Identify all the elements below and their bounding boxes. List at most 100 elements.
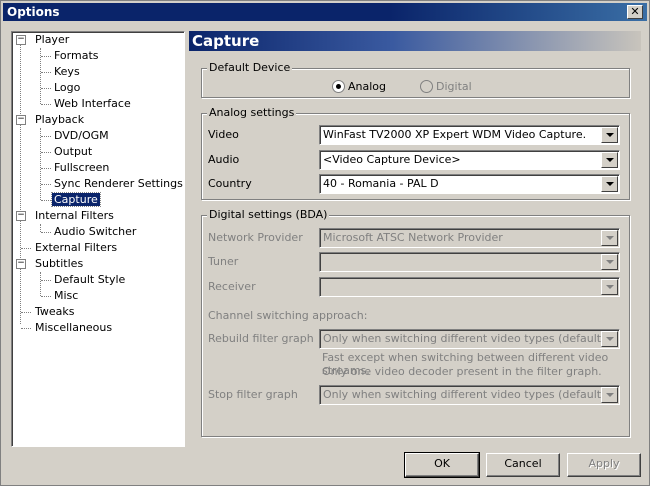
tree-connector	[21, 328, 31, 329]
audio-device-value: <Video Capture Device>	[323, 153, 461, 166]
analog-radio[interactable]	[332, 80, 345, 93]
tree-connector	[41, 200, 51, 201]
tree-item-label: Default Style	[54, 273, 126, 286]
tree-item-web-interface[interactable]: Web Interface	[52, 96, 133, 112]
tuner-select[interactable]	[319, 252, 620, 272]
tree-item-logo[interactable]: Logo	[52, 80, 82, 96]
stop-filter-graph-label: Stop filter graph	[208, 388, 298, 401]
video-device-value: WinFast TV2000 XP Expert WDM Video Captu…	[323, 128, 587, 141]
options-tree[interactable]: − Player Formats Keys Logo Web Interface…	[11, 31, 185, 447]
collapse-icon[interactable]: −	[16, 259, 26, 269]
chevron-down-icon[interactable]	[601, 387, 618, 403]
tree-connector	[41, 152, 51, 153]
apply-button[interactable]: Apply	[567, 453, 641, 477]
tree-connector	[21, 312, 31, 313]
tree-item-default-style[interactable]: Default Style	[52, 272, 127, 288]
digital-radio-label[interactable]: Digital	[436, 80, 472, 93]
analog-radio-label[interactable]: Analog	[348, 80, 386, 93]
tree-connector	[40, 224, 41, 232]
tree-item-label: Formats	[54, 49, 99, 62]
tree-item-label: Miscellaneous	[35, 321, 113, 334]
tree-item-sync-renderer[interactable]: Sync Renderer Settings	[52, 176, 185, 192]
tree-item-label: Tweaks	[35, 305, 75, 318]
collapse-icon[interactable]: −	[16, 35, 26, 45]
tree-item-label: Misc	[54, 289, 79, 302]
chevron-down-icon[interactable]	[601, 176, 618, 192]
tree-connector	[40, 128, 41, 200]
tree-item-fullscreen[interactable]: Fullscreen	[52, 160, 111, 176]
chevron-down-icon[interactable]	[601, 279, 618, 295]
page-title: Capture	[192, 32, 260, 50]
tree-item-label: Web Interface	[54, 97, 131, 110]
video-device-select[interactable]: WinFast TV2000 XP Expert WDM Video Captu…	[319, 125, 620, 145]
tree-connector	[40, 272, 41, 296]
close-button[interactable]: ✕	[627, 5, 643, 19]
digital-radio[interactable]	[420, 80, 433, 93]
collapse-icon[interactable]: −	[16, 115, 26, 125]
tree-item-capture[interactable]: Capture	[51, 192, 101, 208]
audio-device-select[interactable]: <Video Capture Device>	[319, 150, 620, 170]
country-select[interactable]: 40 - Romania - PAL D	[319, 174, 620, 194]
tree-item-label: DVD/OGM	[54, 129, 109, 142]
tree-item-label: External Filters	[35, 241, 118, 254]
tree-item-dvd-ogm[interactable]: DVD/OGM	[52, 128, 111, 144]
default-device-title: Default Device	[207, 61, 293, 74]
tree-item-tweaks[interactable]: Tweaks	[33, 304, 77, 320]
tree-item-output[interactable]: Output	[52, 144, 94, 160]
tree-item-keys[interactable]: Keys	[52, 64, 82, 80]
tree-connector	[41, 296, 51, 297]
tree-item-label: Subtitles	[35, 257, 84, 270]
tree-item-audio-switcher[interactable]: Audio Switcher	[52, 224, 138, 240]
network-provider-value: Microsoft ATSC Network Provider	[323, 231, 503, 244]
network-provider-select[interactable]: Microsoft ATSC Network Provider	[319, 228, 620, 248]
tree-item-label: Output	[54, 145, 93, 158]
title-bar[interactable]: Options ✕	[3, 3, 647, 21]
tree-item-label: Playback	[35, 113, 85, 126]
tree-item-label: Logo	[54, 81, 81, 94]
rebuild-filter-graph-select[interactable]: Only when switching different video type…	[319, 329, 620, 349]
digital-settings-title: Digital settings (BDA)	[207, 208, 330, 221]
stop-filter-graph-select[interactable]: Only when switching different video type…	[319, 385, 620, 405]
tree-item-external-filters[interactable]: External Filters	[33, 240, 119, 256]
tree-item-label: Internal Filters	[35, 209, 114, 222]
tree-connector	[41, 136, 51, 137]
tree-connector	[41, 56, 51, 57]
country-label: Country	[208, 177, 252, 190]
chevron-down-icon[interactable]	[601, 152, 618, 168]
chevron-down-icon[interactable]	[601, 230, 618, 246]
tree-connector	[20, 44, 21, 324]
tree-connector	[41, 72, 51, 73]
country-value: 40 - Romania - PAL D	[323, 177, 439, 190]
tree-item-label: Audio Switcher	[54, 225, 137, 238]
collapse-icon[interactable]: −	[16, 211, 26, 221]
receiver-select[interactable]	[319, 277, 620, 297]
tree-item-label: Keys	[54, 65, 80, 78]
rebuild-filter-graph-value: Only when switching different video type…	[323, 332, 606, 345]
rebuild-filter-graph-label: Rebuild filter graph	[208, 332, 314, 345]
tree-connector	[41, 232, 51, 233]
chevron-down-icon[interactable]	[601, 127, 618, 143]
network-provider-label: Network Provider	[208, 231, 303, 244]
video-label: Video	[208, 128, 239, 141]
options-window: Options ✕ − Player Formats Keys Logo Web…	[0, 0, 650, 486]
cancel-button[interactable]: Cancel	[486, 453, 560, 477]
ok-button[interactable]: OK	[404, 452, 480, 478]
tree-item-label: Player	[35, 33, 70, 46]
tree-item-misc[interactable]: Misc	[52, 288, 80, 304]
rebuild-note-line-2: Only one video decoder present in the fi…	[322, 365, 602, 378]
tree-connector	[21, 248, 31, 249]
chevron-down-icon[interactable]	[601, 331, 618, 347]
chevron-down-icon[interactable]	[601, 254, 618, 270]
analog-settings-title: Analog settings	[207, 106, 297, 119]
tree-item-formats[interactable]: Formats	[52, 48, 101, 64]
tree-item-label: Fullscreen	[54, 161, 110, 174]
audio-label: Audio	[208, 153, 240, 166]
stop-filter-graph-value: Only when switching different video type…	[323, 388, 606, 401]
tuner-label: Tuner	[208, 255, 239, 268]
tree-connector	[41, 104, 51, 105]
receiver-label: Receiver	[208, 280, 256, 293]
window-title: Options	[7, 5, 60, 19]
tree-item-miscellaneous[interactable]: Miscellaneous	[33, 320, 114, 336]
tree-connector	[41, 88, 51, 89]
tree-connector	[41, 280, 51, 281]
